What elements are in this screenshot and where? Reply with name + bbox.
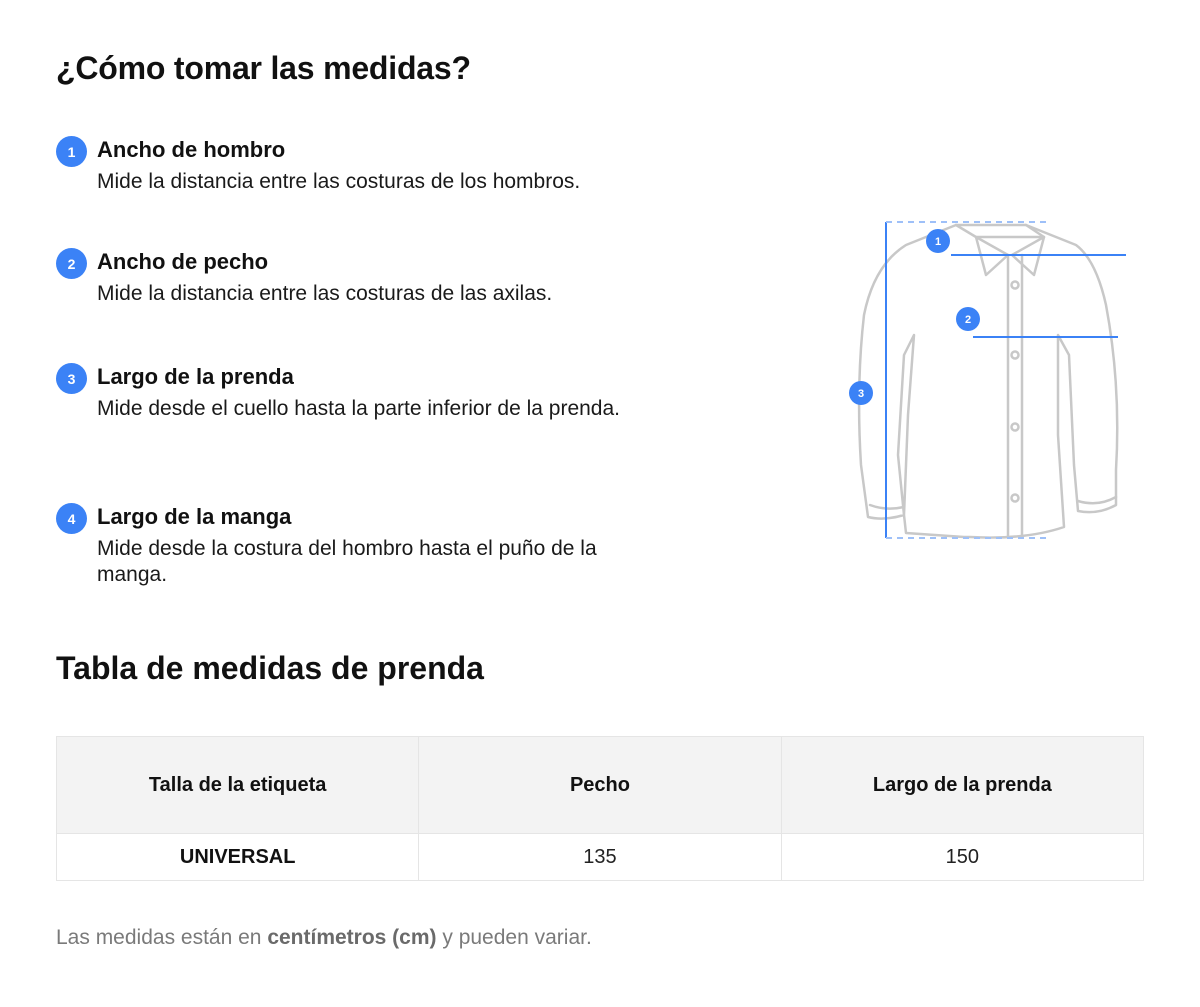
step-description: Mide la distancia entre las costuras de …	[97, 282, 553, 305]
footnote-prefix: Las medidas están en	[56, 926, 268, 949]
table-header-row: Talla de la etiqueta Pecho Largo de la p…	[55, 736, 1145, 834]
column-header-size-label: Talla de la etiqueta	[55, 736, 420, 834]
step-description: Mide la distancia entre las costuras de …	[97, 170, 581, 193]
cell-chest: 135	[418, 833, 782, 881]
shirt-measurement-diagram: 1 2 3 4	[849, 221, 1126, 539]
cell-size-label: UNIVERSAL	[55, 833, 420, 881]
svg-text:3: 3	[858, 388, 864, 400]
marker-2: 2	[956, 307, 980, 331]
svg-text:2: 2	[965, 314, 971, 326]
measurement-guides	[885, 221, 1126, 539]
marker-1: 1	[926, 229, 950, 253]
size-guide-page: ¿Cómo tomar las medidas? 1 Ancho de homb…	[55, 0, 1145, 1007]
footnote-units: centímetros (cm)	[267, 926, 437, 949]
step-number-badge: 1	[56, 136, 87, 167]
step-title: Largo de la prenda	[97, 364, 294, 389]
size-table: Talla de la etiqueta Pecho Largo de la p…	[55, 736, 1145, 881]
marker-3: 3	[849, 381, 873, 405]
step-description: Mide desde la costura del hombro hasta e…	[97, 537, 597, 586]
step-number-badge: 4	[56, 503, 87, 534]
footnote-suffix: y pueden variar.	[436, 926, 592, 949]
table-row: UNIVERSAL 135 150	[55, 833, 1145, 881]
measurement-steps: 1 Ancho de hombro Mide la distancia entr…	[56, 136, 666, 593]
column-header-chest: Pecho	[418, 736, 782, 834]
step-shoulder-width: 1 Ancho de hombro Mide la distancia entr…	[56, 136, 666, 248]
step-garment-length: 3 Largo de la prenda Mide desde el cuell…	[56, 363, 666, 503]
step-description: Mide desde el cuello hasta la parte infe…	[97, 397, 620, 420]
how-to-measure-title: ¿Cómo tomar las medidas?	[56, 50, 471, 86]
svg-text:1: 1	[935, 236, 941, 248]
step-title: Ancho de hombro	[97, 137, 286, 162]
step-chest-width: 2 Ancho de pecho Mide la distancia entre…	[56, 248, 666, 363]
units-footnote: Las medidas están en centímetros (cm) y …	[56, 926, 592, 950]
column-header-garment-length: Largo de la prenda	[780, 736, 1145, 834]
step-number-badge: 2	[56, 248, 87, 279]
step-title: Largo de la manga	[97, 504, 292, 529]
step-number-badge: 3	[56, 363, 87, 394]
size-table-title: Tabla de medidas de prenda	[56, 650, 484, 686]
cell-garment-length: 150	[780, 833, 1145, 881]
step-sleeve-length: 4 Largo de la manga Mide desde la costur…	[56, 503, 666, 593]
shirt-outline	[857, 223, 1119, 539]
step-title: Ancho de pecho	[97, 249, 269, 274]
